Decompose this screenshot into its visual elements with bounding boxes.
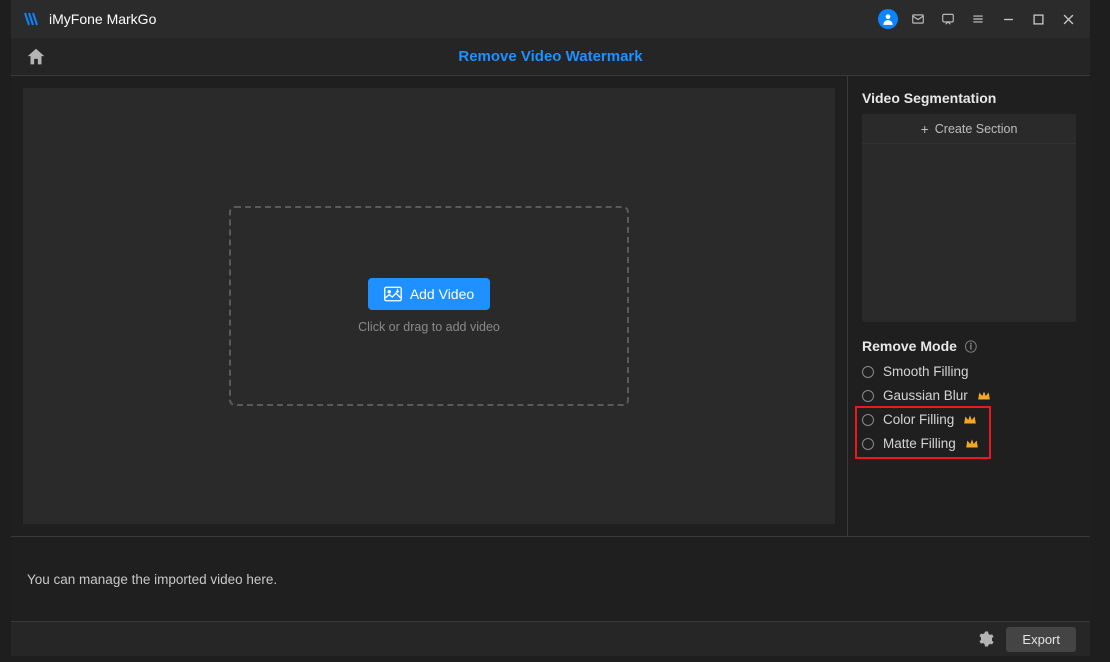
video-drop-area[interactable]: Add Video Click or drag to add video [23,88,835,524]
page-title: Remove Video Watermark [25,48,1076,65]
feedback-icon[interactable] [938,9,958,29]
mode-label: Color Filling [883,412,954,427]
dropzone-hint: Click or drag to add video [358,320,500,334]
radio-icon [862,414,874,426]
close-icon[interactable] [1058,9,1078,29]
mode-color-filling[interactable]: Color Filling [862,411,1076,428]
segmentation-heading: Video Segmentation [862,90,1076,106]
app-title: iMyFone MarkGo [49,11,156,27]
mode-label: Matte Filling [883,436,956,451]
user-account-icon[interactable] [878,9,898,29]
mode-matte-filling[interactable]: Matte Filling [862,435,1076,452]
dropzone[interactable]: Add Video Click or drag to add video [229,206,629,406]
segments-box: + Create Section [862,114,1076,322]
titlebar-controls [878,9,1078,29]
mode-smooth-filling[interactable]: Smooth Filling [862,363,1076,380]
mode-list: Smooth Filling Gaussian Blur Color Filli… [862,363,1076,452]
video-segmentation-section: Video Segmentation + Create Section [862,90,1076,322]
plus-icon: + [921,122,929,136]
export-label: Export [1022,632,1060,647]
menu-icon[interactable] [968,9,988,29]
main-panel: Add Video Click or drag to add video [11,76,847,536]
radio-icon [862,390,874,402]
create-section-button[interactable]: + Create Section [862,114,1076,144]
export-button[interactable]: Export [1006,627,1076,652]
app-window: iMyFone MarkGo [11,0,1090,656]
hint-bar: You can manage the imported video here. [11,536,1090,621]
mail-icon[interactable] [908,9,928,29]
remove-mode-heading: Remove Mode ⓘ [862,338,1076,355]
minimize-icon[interactable] [998,9,1018,29]
crown-icon [977,390,991,402]
add-video-label: Add Video [410,286,474,302]
radio-icon [862,438,874,450]
crown-icon [963,414,977,426]
add-video-button[interactable]: Add Video [368,278,490,310]
mode-label: Smooth Filling [883,364,969,379]
maximize-icon[interactable] [1028,9,1048,29]
settings-icon[interactable] [976,630,994,648]
remove-mode-section: Remove Mode ⓘ Smooth Filling Gaussian Bl… [862,338,1076,452]
crown-icon [965,438,979,450]
top-nav: Remove Video Watermark [11,38,1090,76]
body: Add Video Click or drag to add video Vid… [11,76,1090,536]
mode-label: Gaussian Blur [883,388,968,403]
radio-icon [862,366,874,378]
footer: Export [11,621,1090,656]
sidebar: Video Segmentation + Create Section Remo… [847,76,1090,536]
create-section-label: Create Section [935,122,1018,136]
hint-text: You can manage the imported video here. [27,572,277,587]
titlebar: iMyFone MarkGo [11,0,1090,38]
app-logo-icon [23,11,39,27]
help-icon[interactable]: ⓘ [965,340,977,354]
mode-gaussian-blur[interactable]: Gaussian Blur [862,387,1076,404]
